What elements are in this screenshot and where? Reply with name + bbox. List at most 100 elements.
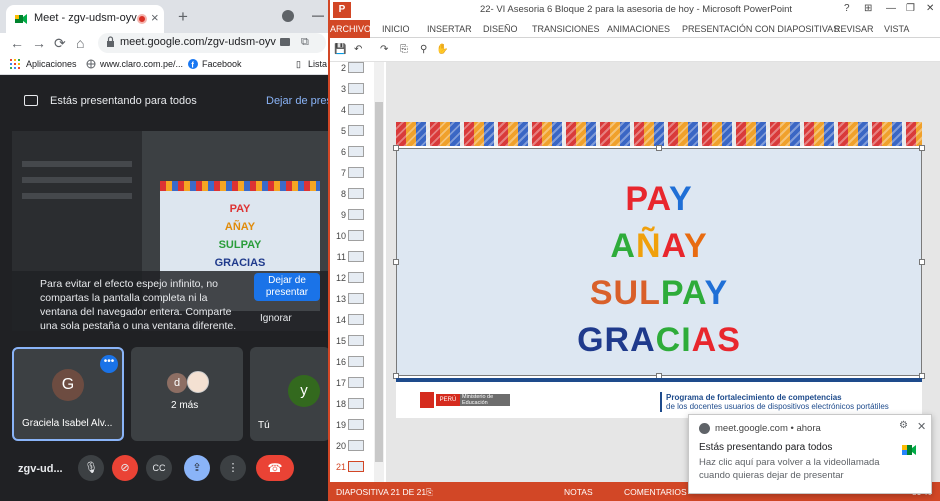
- tab-search-icon[interactable]: [282, 10, 294, 22]
- slide-thumbnail-2[interactable]: 2: [330, 58, 374, 78]
- preview-row: [22, 193, 132, 199]
- comments-button[interactable]: COMENTARIOS: [624, 487, 687, 497]
- new-tab-button[interactable]: +: [178, 7, 188, 27]
- notification-body: Haz clic aquí para volver a la videollam…: [699, 457, 880, 481]
- slide-thumbnail-image: [348, 104, 364, 115]
- slide-number: 6: [340, 147, 346, 157]
- more-options-button[interactable]: ⋮: [220, 455, 246, 481]
- slide-thumbnail-image: [348, 62, 364, 73]
- address-bar[interactable]: meet.google.com/zgv-udsm-oyv ⧉: [98, 33, 326, 53]
- tab-insertar[interactable]: INSERTAR: [427, 24, 472, 34]
- touch-mode-icon[interactable]: ✋: [436, 44, 448, 55]
- help-button[interactable]: ?: [844, 3, 850, 14]
- ribbon-display-button[interactable]: ⊞: [864, 3, 872, 14]
- participant-tile-graciela[interactable]: G ••• Graciela Isabel Alv...: [12, 347, 124, 441]
- search-icon[interactable]: ⚲: [420, 44, 427, 55]
- slide-thumbnail-12[interactable]: 12: [330, 268, 374, 288]
- svg-text:f: f: [191, 61, 194, 70]
- spellcheck-icon[interactable]: ⎘: [426, 487, 433, 498]
- captions-button[interactable]: CC: [146, 455, 172, 481]
- window-minimize-button[interactable]: —: [312, 8, 324, 22]
- tab-vista[interactable]: VISTA: [884, 24, 909, 34]
- tab-inicio[interactable]: INICIO: [382, 24, 410, 34]
- camera-in-use-icon[interactable]: [280, 38, 290, 46]
- browser-tab-meet[interactable]: Meet - zgv-udsm-oyv ×: [6, 5, 164, 33]
- slide-letter: R: [604, 321, 631, 359]
- slide-thumbnail-image: [348, 440, 364, 451]
- microphone-button[interactable]: 🎙: [78, 455, 104, 481]
- slide-thumbnail-image: [348, 398, 364, 409]
- slide-thumbnail-18[interactable]: 18: [330, 394, 374, 414]
- tab-archivo[interactable]: ARCHIVO: [330, 20, 371, 38]
- slide-thumbnail-6[interactable]: 6: [330, 142, 374, 162]
- tab-close-button[interactable]: ×: [151, 10, 159, 25]
- redo-icon[interactable]: ↷: [380, 44, 388, 55]
- slide-thumbnail-9[interactable]: 9: [330, 205, 374, 225]
- bookmark-apps[interactable]: Aplicaciones: [26, 59, 77, 69]
- slide-thumbnail-14[interactable]: 14: [330, 310, 374, 330]
- resize-handle[interactable]: [919, 145, 925, 151]
- omnibar: ← → ⟳ ⌂ meet.google.com/zgv-udsm-oyv ⧉: [0, 33, 328, 55]
- slide-letter: Y: [704, 274, 729, 312]
- reload-button[interactable]: ⟳: [54, 35, 66, 52]
- close-button[interactable]: ✕: [926, 3, 934, 14]
- scrollbar-thumb[interactable]: [375, 102, 383, 462]
- notification-close-button[interactable]: ✕: [917, 420, 926, 433]
- hang-up-button[interactable]: ☎: [256, 455, 294, 481]
- slide-thumbnail-19[interactable]: 19: [330, 415, 374, 435]
- slide-thumbnail-13[interactable]: 13: [330, 289, 374, 309]
- notes-button[interactable]: NOTAS: [564, 487, 593, 497]
- slide-thumbnail-5[interactable]: 5: [330, 121, 374, 141]
- participant-tile-more[interactable]: d 2 más: [131, 347, 243, 441]
- slide-thumbnail-20[interactable]: 20: [330, 436, 374, 456]
- bookmark-facebook[interactable]: Facebook: [202, 59, 242, 69]
- present-now-button[interactable]: ⇪: [184, 455, 210, 481]
- slide-thumbnail-15[interactable]: 15: [330, 331, 374, 351]
- avatar: d: [167, 373, 187, 393]
- resize-handle[interactable]: [393, 145, 399, 151]
- slide-number: 21: [335, 462, 346, 472]
- slide-thumbnail-11[interactable]: 11: [330, 247, 374, 267]
- slide-number: 14: [335, 315, 346, 325]
- slide-thumbnail-10[interactable]: 10: [330, 226, 374, 246]
- home-button[interactable]: ⌂: [76, 35, 84, 51]
- thumbnails-scrollbar[interactable]: [374, 62, 384, 482]
- screen-share-icon[interactable]: ⧉: [301, 36, 309, 49]
- slide-thumbnail-3[interactable]: 3: [330, 79, 374, 99]
- forward-button[interactable]: →: [32, 35, 46, 51]
- tile-more-options-button[interactable]: •••: [100, 355, 118, 373]
- slide-thumbnail-image: [348, 461, 364, 472]
- current-slide[interactable]: PAY AÑAY SULPAY GRACIAS PERÚ Ministerio …: [393, 122, 925, 418]
- tab-animaciones[interactable]: ANIMACIONES: [607, 24, 670, 34]
- save-icon[interactable]: 💾: [334, 44, 346, 55]
- slide-thumbnail-8[interactable]: 8: [330, 184, 374, 204]
- tab-revisar[interactable]: REVISAR: [834, 24, 874, 34]
- slide-thumbnail-16[interactable]: 16: [330, 352, 374, 372]
- notification-settings-icon[interactable]: ⚙: [899, 420, 908, 431]
- restore-button[interactable]: ❐: [906, 3, 915, 14]
- screen-share-notification[interactable]: meet.google.com • ahora ⚙ ✕ Estás presen…: [688, 414, 932, 494]
- copy-format-icon[interactable]: ⎘: [400, 44, 408, 55]
- bookmark-lista[interactable]: Lista d: [308, 59, 328, 69]
- tab-transiciones[interactable]: TRANSICIONES: [532, 24, 600, 34]
- resize-handle[interactable]: [656, 145, 662, 151]
- slide-thumbnail-4[interactable]: 4: [330, 100, 374, 120]
- slide-thumbnail-21[interactable]: 21: [330, 457, 374, 477]
- undo-icon[interactable]: ↶: [354, 44, 362, 55]
- back-button[interactable]: ←: [10, 35, 24, 51]
- slide-thumbnail-17[interactable]: 17: [330, 373, 374, 393]
- slide-thumbnail-image: [348, 146, 364, 157]
- participant-tile-self[interactable]: y Tú: [250, 347, 328, 441]
- tab-presentacion[interactable]: PRESENTACIÓN CON DIAPOSITIVAS: [682, 24, 839, 34]
- tab-diseno[interactable]: DISEÑO: [483, 24, 518, 34]
- camera-off-button[interactable]: ⊘: [112, 455, 138, 481]
- minimize-button[interactable]: —: [886, 3, 896, 14]
- slide-letter: S: [717, 321, 741, 359]
- stop-presenting-link[interactable]: Dejar de prese: [266, 95, 328, 107]
- facebook-icon: f: [188, 59, 198, 69]
- bookmark-claro[interactable]: www.claro.com.pe/...: [100, 59, 183, 69]
- stop-presenting-button[interactable]: Dejar de presentar: [254, 273, 320, 301]
- slide-letter: S: [589, 274, 614, 312]
- slide-thumbnail-7[interactable]: 7: [330, 163, 374, 183]
- ignore-button[interactable]: Ignorar: [260, 313, 292, 324]
